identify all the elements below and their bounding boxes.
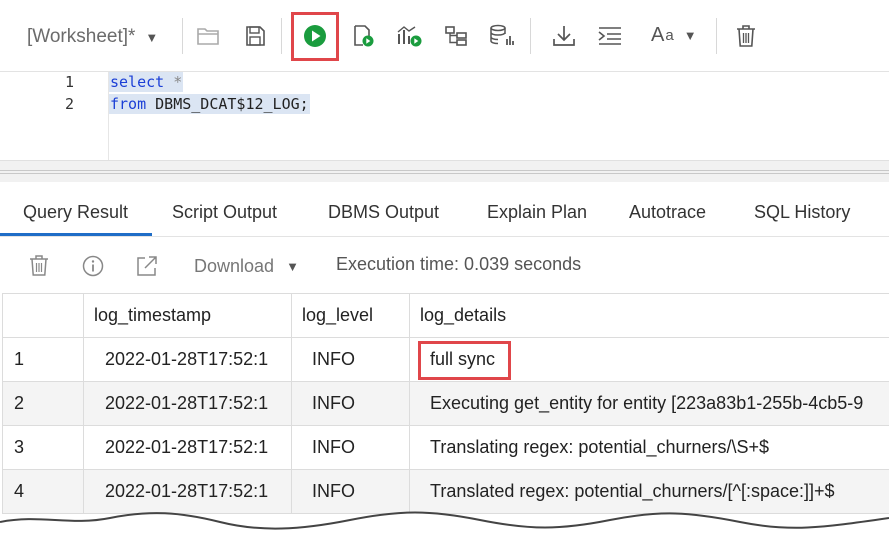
row-number-header xyxy=(2,293,84,338)
output-tabs: Query Result Script Output DBMS Output E… xyxy=(0,182,889,237)
active-tab-indicator xyxy=(0,233,152,236)
database-chart-icon xyxy=(490,24,514,45)
clear-results-button[interactable] xyxy=(26,253,52,279)
chevron-down-icon: ▼ xyxy=(286,259,299,274)
tab-autotrace[interactable]: Autotrace xyxy=(629,202,706,223)
row-number: 3 xyxy=(2,425,84,470)
trash-icon xyxy=(737,25,755,47)
cell-log-details[interactable]: Translating regex: potential_churners/\S… xyxy=(409,425,889,470)
tab-explain-plan[interactable]: Explain Plan xyxy=(487,202,587,223)
code-text: DBMS_DCAT$12_LOG; xyxy=(146,95,309,113)
row-number: 2 xyxy=(2,381,84,426)
download-button[interactable] xyxy=(549,20,579,52)
cell-log-details[interactable]: Executing get_entity for entity [223a83b… xyxy=(409,381,889,426)
column-header-log-level[interactable]: log_level xyxy=(291,293,410,338)
info-icon xyxy=(82,255,104,277)
trash-icon xyxy=(30,255,48,276)
code-line[interactable]: select * xyxy=(109,72,184,92)
worksheet-selector-label: [Worksheet]* xyxy=(27,26,136,47)
execution-time: Execution time: 0.039 seconds xyxy=(336,254,582,274)
worksheet-toolbar: [Worksheet]* ▼ Aa ▼ xyxy=(0,0,889,72)
autotrace-button[interactable] xyxy=(441,20,471,52)
table-row[interactable]: 2 2022-01-28T17:52:1 INFO Executing get_… xyxy=(2,381,889,426)
cell-log-level[interactable]: INFO xyxy=(291,381,410,426)
toolbar-divider xyxy=(281,18,282,54)
sql-keyword: from xyxy=(110,95,147,113)
cell-log-level[interactable]: INFO xyxy=(291,425,410,470)
row-number: 1 xyxy=(2,337,84,382)
download-icon xyxy=(553,26,575,46)
column-header-log-details[interactable]: log_details xyxy=(409,293,889,338)
tab-query-result[interactable]: Query Result xyxy=(23,202,128,223)
cell-log-timestamp[interactable]: 2022-01-28T17:52:1 xyxy=(83,381,292,426)
explain-plan-icon xyxy=(397,26,422,47)
sql-keyword: select xyxy=(110,73,165,91)
cell-log-timestamp[interactable]: 2022-01-28T17:52:1 xyxy=(83,425,292,470)
external-link-icon xyxy=(137,256,157,276)
info-button[interactable] xyxy=(80,253,106,279)
run-statement-button[interactable] xyxy=(300,20,330,52)
tab-dbms-output[interactable]: DBMS Output xyxy=(328,202,439,223)
indent-icon xyxy=(598,27,621,45)
tab-sql-history[interactable]: SQL History xyxy=(754,202,850,223)
result-grid: log_timestamp log_level log_details 1 20… xyxy=(2,293,889,514)
toolbar-divider xyxy=(530,18,531,54)
table-row[interactable]: 3 2022-01-28T17:52:1 INFO Translating re… xyxy=(2,425,889,470)
chevron-down-icon: ▼ xyxy=(683,28,697,43)
run-script-icon xyxy=(354,25,374,47)
run-script-button[interactable] xyxy=(348,20,378,52)
save-icon xyxy=(246,26,265,46)
code-line[interactable]: from DBMS_DCAT$12_LOG; xyxy=(109,94,310,114)
torn-edge xyxy=(0,511,889,539)
folder-icon xyxy=(197,28,219,45)
column-header-log-timestamp[interactable]: log_timestamp xyxy=(83,293,292,338)
font-icon: A xyxy=(651,24,665,46)
worksheet-selector[interactable]: [Worksheet]* ▼ xyxy=(27,26,158,48)
run-icon xyxy=(304,25,326,47)
code-text: * xyxy=(164,73,183,91)
open-in-new-window-button[interactable] xyxy=(134,253,160,279)
chevron-down-icon: ▼ xyxy=(145,29,159,45)
tree-icon xyxy=(445,26,467,46)
clear-button[interactable] xyxy=(731,20,761,52)
cell-log-level[interactable]: INFO xyxy=(291,337,410,382)
tab-script-output[interactable]: Script Output xyxy=(172,202,277,223)
toolbar-divider xyxy=(716,18,717,54)
grid-header-row: log_timestamp log_level log_details xyxy=(2,293,889,338)
open-folder-button[interactable] xyxy=(193,20,223,52)
sql-statistics-button[interactable] xyxy=(487,20,517,52)
result-toolbar: Download ▼ Execution time: 0.039 seconds xyxy=(0,237,889,293)
explain-plan-button[interactable] xyxy=(395,20,425,52)
font-size-button[interactable]: Aa ▼ xyxy=(651,24,697,47)
sql-editor[interactable]: 1 2 select * from DBMS_DCAT$12_LOG; xyxy=(0,72,889,160)
line-number: 2 xyxy=(64,95,74,113)
pane-splitter[interactable] xyxy=(0,160,889,182)
download-label: Download xyxy=(194,256,275,276)
save-button[interactable] xyxy=(240,20,270,52)
format-indent-button[interactable] xyxy=(595,20,625,52)
full-sync-highlight xyxy=(418,341,511,380)
cell-log-timestamp[interactable]: 2022-01-28T17:52:1 xyxy=(83,337,292,382)
toolbar-divider xyxy=(182,18,183,54)
splitter-grip xyxy=(0,170,889,174)
line-number: 1 xyxy=(64,73,74,91)
download-dropdown[interactable]: Download ▼ xyxy=(194,256,299,277)
font-icon-small: a xyxy=(665,27,674,44)
